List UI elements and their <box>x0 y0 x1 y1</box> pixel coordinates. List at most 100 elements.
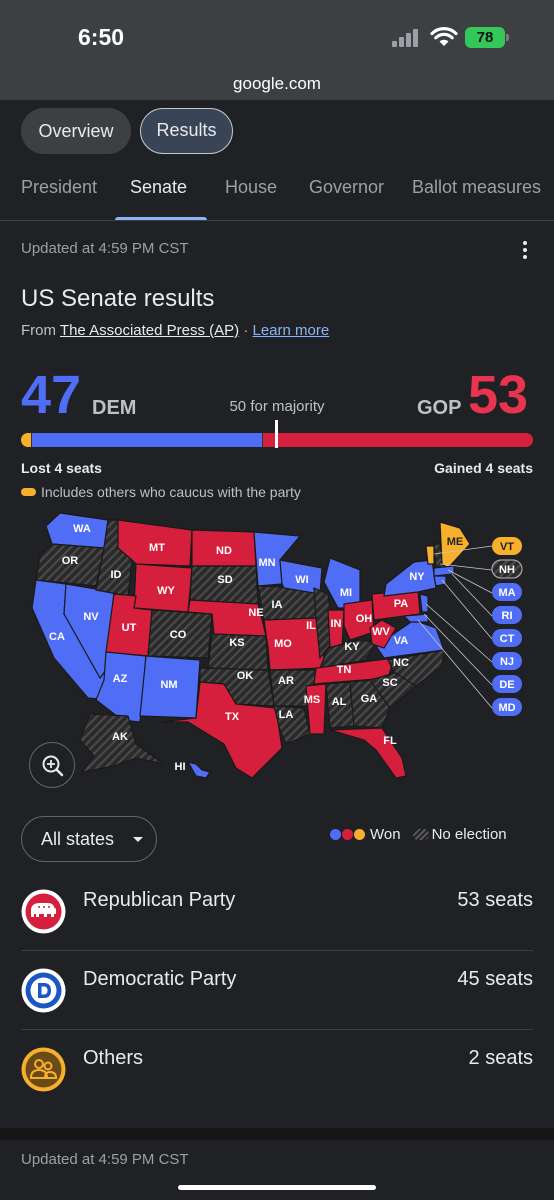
legend-others-dot <box>354 829 365 840</box>
zoom-button[interactable] <box>29 742 75 788</box>
state-filter-label: All states <box>41 829 115 849</box>
state-label-nm: NM <box>160 679 177 691</box>
state-label-wv: WV <box>372 626 390 638</box>
donkey-d-icon <box>21 968 66 1013</box>
state-label-va: VA <box>394 635 409 647</box>
state-label-ga: GA <box>361 693 378 705</box>
state-label-ak: AK <box>112 731 128 743</box>
state-label-wy: WY <box>157 585 175 597</box>
state-label-nd: ND <box>216 545 232 557</box>
state-badge-ma[interactable]: MA <box>492 583 522 601</box>
state-badge-md[interactable]: MD <box>492 698 522 716</box>
status-bar: 6:50 78 google.com <box>0 0 554 100</box>
state-badge-de[interactable]: DE <box>492 675 522 693</box>
state-nj-map[interactable] <box>419 593 429 613</box>
state-badge-vt[interactable]: VT <box>492 537 522 555</box>
people-icon <box>21 1047 66 1092</box>
others-note: Includes others who caucus with the part… <box>21 484 301 500</box>
state-label-tx: TX <box>225 711 240 723</box>
senate-results-map[interactable]: WA OR MT ND ID MN WI MI NY ME SD WY NV CA UT CO NE IA IL IN… <box>24 508 530 794</box>
state-label-az: AZ <box>113 673 128 685</box>
page-title: US Senate results <box>21 285 215 312</box>
tab-house[interactable]: House <box>225 177 277 198</box>
state-badge-ct[interactable]: CT <box>492 629 522 647</box>
footer-updated-time: Updated at 4:59 PM CST <box>21 1151 189 1168</box>
state-label-nc: NC <box>393 657 409 669</box>
dropdown-caret-icon <box>133 837 143 842</box>
state-label-fl: FL <box>383 735 397 747</box>
state-label-sc: SC <box>382 677 397 689</box>
legend-dem-dot <box>330 829 341 840</box>
state-label-me: ME <box>447 536 464 548</box>
more-options-icon[interactable] <box>522 241 528 259</box>
tab-president[interactable]: President <box>21 177 97 198</box>
state-badge-label-ct: CT <box>500 633 515 645</box>
northeast-badges[interactable]: VT NH MA RI CT NJ DE MD <box>491 537 523 716</box>
state-label-ut: UT <box>122 622 137 634</box>
gop-seat-count: 53 <box>468 365 529 425</box>
state-badge-label-de: DE <box>499 679 514 691</box>
state-label-mi: MI <box>340 587 352 599</box>
state-label-pa: PA <box>394 598 409 610</box>
battery-icon: 78 <box>465 27 509 48</box>
cellular-signal-icon <box>392 29 422 47</box>
party-row-republican[interactable]: Republican Party 53 seats <box>21 873 533 951</box>
state-badge-nj[interactable]: NJ <box>492 652 522 670</box>
legend-won: Won <box>370 826 401 843</box>
state-badge-ri[interactable]: RI <box>492 606 522 624</box>
state-md-map[interactable] <box>402 613 429 623</box>
legend-gop-dot <box>342 829 353 840</box>
state-label-ca: CA <box>49 631 65 643</box>
home-indicator[interactable] <box>178 1185 376 1190</box>
party-name-others: Others <box>83 1047 144 1069</box>
learn-more-link[interactable]: Learn more <box>253 322 330 339</box>
state-label-mn: MN <box>258 557 275 569</box>
tab-governor[interactable]: Governor <box>309 177 384 198</box>
state-filter-dropdown[interactable]: All states <box>21 816 157 862</box>
state-badge-label-nj: NJ <box>500 656 514 668</box>
state-label-ks: KS <box>229 637 244 649</box>
state-ma-map[interactable] <box>433 565 455 577</box>
state-label-in: IN <box>331 618 342 630</box>
majority-marker <box>275 420 278 448</box>
overview-button[interactable]: Overview <box>21 108 131 154</box>
source-separator: · <box>243 322 249 339</box>
race-tabs: President Senate House Governor Ballot m… <box>0 165 554 221</box>
state-ak[interactable] <box>79 713 165 773</box>
state-label-ky: KY <box>344 641 360 653</box>
others-note-text: Includes others who caucus with the part… <box>41 484 301 500</box>
state-badge-nh[interactable]: NH <box>491 559 523 579</box>
map-legend: Won No election <box>330 826 507 843</box>
state-label-ia: IA <box>272 599 283 611</box>
state-label-ok: OK <box>237 670 254 682</box>
state-badge-label-ma: MA <box>498 587 515 599</box>
state-label-co: CO <box>170 629 187 641</box>
source-line: From The Associated Press (AP) · Learn m… <box>21 322 329 339</box>
state-label-oh: OH <box>356 613 373 625</box>
state-hi[interactable] <box>186 761 211 779</box>
ap-source-link[interactable]: The Associated Press (AP) <box>60 322 239 339</box>
state-label-hi: HI <box>175 761 186 773</box>
wifi-icon <box>430 27 458 46</box>
party-row-others[interactable]: Others 2 seats <box>21 1031 533 1109</box>
state-ms[interactable] <box>305 683 327 735</box>
party-row-democratic[interactable]: Democratic Party 45 seats <box>21 952 533 1030</box>
others-bar-segment <box>21 433 32 447</box>
active-tab-indicator <box>115 217 207 220</box>
tab-ballot-measures[interactable]: Ballot measures <box>412 177 541 198</box>
party-seats-republican: 53 seats <box>457 889 533 911</box>
gop-seat-change: Gained 4 seats <box>434 460 533 476</box>
state-ct-map[interactable] <box>433 575 447 587</box>
state-label-ar: AR <box>278 675 294 687</box>
state-label-mt: MT <box>149 542 165 554</box>
dem-bar-segment <box>32 433 262 447</box>
gop-label: GOP <box>417 397 462 419</box>
state-vt-map[interactable] <box>425 545 435 565</box>
state-badge-label-ri: RI <box>502 610 513 622</box>
state-label-ny: NY <box>409 571 425 583</box>
address-bar[interactable]: google.com <box>0 74 554 94</box>
state-label-sd: SD <box>217 574 232 586</box>
state-label-il: IL <box>306 620 316 632</box>
tab-senate[interactable]: Senate <box>130 177 187 198</box>
results-button[interactable]: Results <box>140 108 233 154</box>
